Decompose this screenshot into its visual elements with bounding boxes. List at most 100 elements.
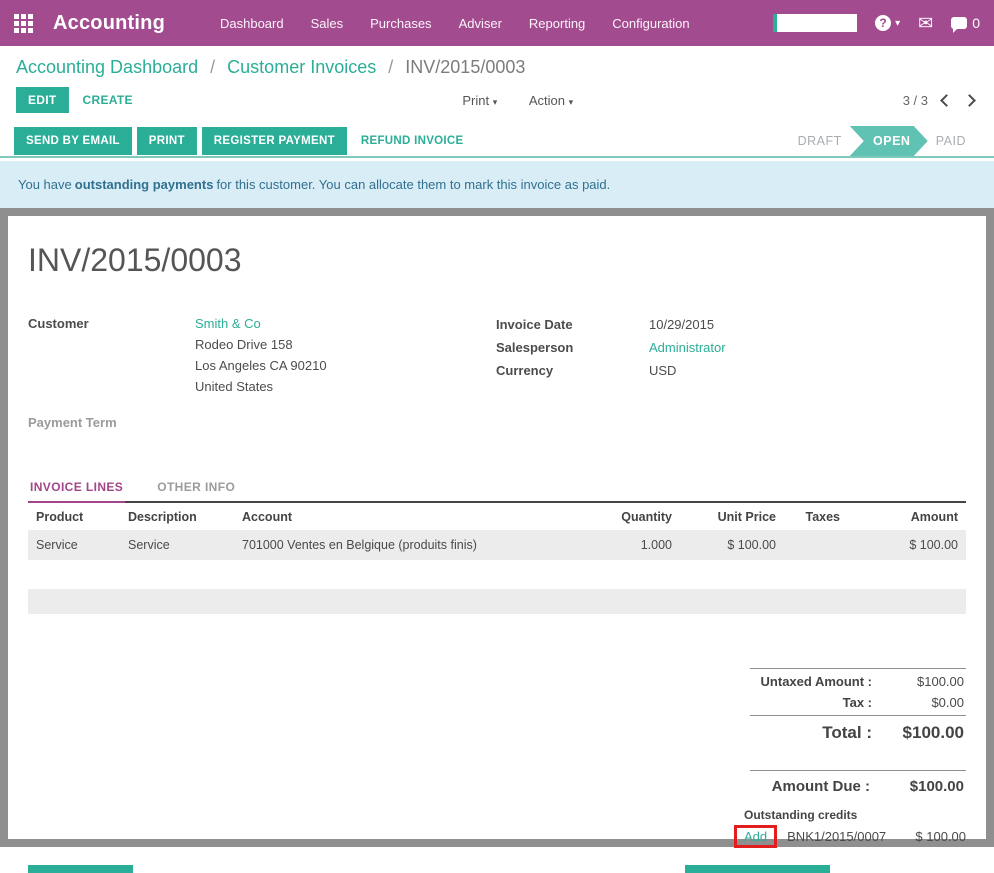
- notebook-tabs: INVOICE LINES OTHER INFO: [28, 474, 966, 503]
- amount-due-box: Amount Due : $100.00: [750, 770, 966, 798]
- print-button[interactable]: PRINT: [137, 127, 197, 155]
- address-street: Rodeo Drive 158: [195, 334, 327, 355]
- menu-sales[interactable]: Sales: [311, 16, 344, 31]
- currency-label: Currency: [496, 359, 649, 382]
- col-amount: Amount: [848, 503, 966, 530]
- invoice-fields: Customer Smith & Co Rodeo Drive 158 Los …: [28, 313, 966, 433]
- pager-next-icon[interactable]: [963, 94, 976, 107]
- cell-unit-price: $ 100.00: [680, 530, 784, 560]
- col-product: Product: [28, 503, 120, 530]
- create-button[interactable]: CREATE: [83, 93, 133, 107]
- pager-previous-icon[interactable]: [940, 94, 953, 107]
- chevron-down-icon: ▾: [895, 18, 900, 29]
- address-country: United States: [195, 376, 327, 397]
- customer-value: Smith & Co Rodeo Drive 158 Los Angeles C…: [195, 313, 327, 397]
- menu-purchases[interactable]: Purchases: [370, 16, 431, 31]
- breadcrumb-separator: /: [210, 57, 215, 77]
- edit-button[interactable]: EDIT: [16, 87, 69, 113]
- col-unit-price: Unit Price: [680, 503, 784, 530]
- invoice-date-label: Invoice Date: [496, 313, 649, 336]
- divider: [750, 715, 966, 716]
- control-panel-center: Print ▾ Action ▾: [133, 93, 903, 108]
- chatter-button-stub-right[interactable]: [685, 865, 830, 873]
- salesperson-label: Salesperson: [496, 336, 649, 359]
- control-panel: EDIT CREATE Print ▾ Action ▾ 3 / 3: [16, 87, 978, 113]
- apps-menu-icon[interactable]: [14, 14, 33, 33]
- chat-bubble-icon: [951, 17, 967, 29]
- register-payment-button[interactable]: REGISTER PAYMENT: [202, 127, 347, 155]
- menu-configuration[interactable]: Configuration: [612, 16, 689, 31]
- field-group-left: Customer Smith & Co Rodeo Drive 158 Los …: [28, 313, 496, 433]
- send-by-email-button[interactable]: SEND BY EMAIL: [14, 127, 132, 155]
- add-credit-link[interactable]: Add: [744, 829, 767, 844]
- form-background: INV/2015/0003 Customer Smith & Co Rodeo …: [0, 208, 994, 847]
- col-taxes: Taxes: [784, 503, 848, 530]
- action-dropdown[interactable]: Action ▾: [529, 93, 573, 108]
- cell-quantity: 1.000: [592, 530, 680, 560]
- credit-reference: BNK1/2015/0007: [787, 829, 886, 844]
- cell-product: Service: [28, 530, 120, 560]
- top-nav-bar: Accounting Dashboard Sales Purchases Adv…: [0, 0, 994, 46]
- menu-adviser[interactable]: Adviser: [459, 16, 502, 31]
- payment-term-field: Payment Term: [28, 412, 496, 433]
- help-icon: ?: [875, 15, 891, 31]
- messages-icon[interactable]: ✉: [918, 14, 933, 32]
- pager: 3 / 3: [903, 93, 974, 108]
- invoice-date-field: Invoice Date 10/29/2015: [496, 313, 726, 336]
- status-bar: SEND BY EMAIL PRINT REGISTER PAYMENT REF…: [0, 126, 994, 158]
- workflow-states: DRAFT OPEN PAID: [784, 126, 980, 156]
- table-header-row: Product Description Account Quantity Uni…: [28, 503, 966, 530]
- print-dropdown[interactable]: Print ▾: [462, 93, 497, 108]
- total-label: Total :: [752, 723, 886, 743]
- col-account: Account: [234, 503, 592, 530]
- tax-row: Tax : $0.00: [750, 692, 966, 713]
- breadcrumb-separator: /: [388, 57, 393, 77]
- breadcrumb-accounting-dashboard[interactable]: Accounting Dashboard: [16, 57, 198, 77]
- outstanding-payments-banner: You haveoutstanding paymentsfor this cus…: [0, 161, 994, 208]
- tax-label: Tax :: [752, 695, 886, 710]
- tab-invoice-lines[interactable]: INVOICE LINES: [28, 474, 125, 503]
- field-group-right: Invoice Date 10/29/2015 Salesperson Admi…: [496, 313, 726, 433]
- chatter-button-stub-left[interactable]: [28, 865, 133, 873]
- untaxed-amount-label: Untaxed Amount :: [752, 674, 886, 689]
- state-open-active: OPEN: [850, 126, 928, 156]
- amount-due-row: Amount Due : $100.00: [750, 773, 966, 798]
- outstanding-credit-row: Add BNK1/2015/0007 $ 100.00: [744, 825, 966, 848]
- col-quantity: Quantity: [592, 503, 680, 530]
- topbar-right: ? ▾ ✉ 0: [773, 14, 980, 32]
- outstanding-credits: Outstanding credits Add BNK1/2015/0007 $…: [744, 808, 966, 848]
- salesperson-link[interactable]: Administrator: [649, 340, 726, 355]
- untaxed-amount-value: $100.00: [886, 674, 964, 689]
- col-description: Description: [120, 503, 234, 530]
- odoo-invoice-page: Accounting Dashboard Sales Purchases Adv…: [0, 0, 994, 873]
- totals-box: Untaxed Amount : $100.00 Tax : $0.00 Tot…: [750, 668, 966, 746]
- top-menu: Dashboard Sales Purchases Adviser Report…: [220, 16, 773, 31]
- menu-dashboard[interactable]: Dashboard: [220, 16, 284, 31]
- amount-due-value: $100.00: [880, 778, 964, 795]
- customer-link[interactable]: Smith & Co: [195, 316, 261, 331]
- divider: [750, 770, 966, 771]
- table-row[interactable]: Service Service 701000 Ventes en Belgiqu…: [28, 530, 966, 560]
- customer-label: Customer: [28, 313, 195, 397]
- invoice-sheet: INV/2015/0003 Customer Smith & Co Rodeo …: [8, 216, 986, 839]
- discuss-menu[interactable]: 0: [951, 15, 980, 31]
- amount-due-label: Amount Due :: [752, 778, 880, 795]
- credit-amount: $ 100.00: [915, 829, 966, 844]
- untaxed-amount-row: Untaxed Amount : $100.00: [750, 671, 966, 692]
- cell-description: Service: [120, 530, 234, 560]
- app-title: Accounting: [53, 12, 165, 35]
- total-row: Total : $100.00: [750, 718, 966, 746]
- refund-invoice-button[interactable]: REFUND INVOICE: [361, 135, 464, 147]
- breadcrumb-customer-invoices[interactable]: Customer Invoices: [227, 57, 376, 77]
- message-count: 0: [972, 15, 980, 31]
- menu-reporting[interactable]: Reporting: [529, 16, 585, 31]
- empty-section-strip: [28, 589, 966, 614]
- cell-account: 701000 Ventes en Belgique (produits fini…: [234, 530, 592, 560]
- cell-taxes: [784, 530, 848, 560]
- customer-field: Customer Smith & Co Rodeo Drive 158 Los …: [28, 313, 496, 397]
- tab-other-info[interactable]: OTHER INFO: [155, 474, 237, 501]
- chevron-down-icon: ▾: [569, 97, 574, 107]
- user-menu[interactable]: [773, 14, 857, 32]
- salesperson-value: Administrator: [649, 336, 726, 359]
- help-menu[interactable]: ? ▾: [875, 15, 900, 31]
